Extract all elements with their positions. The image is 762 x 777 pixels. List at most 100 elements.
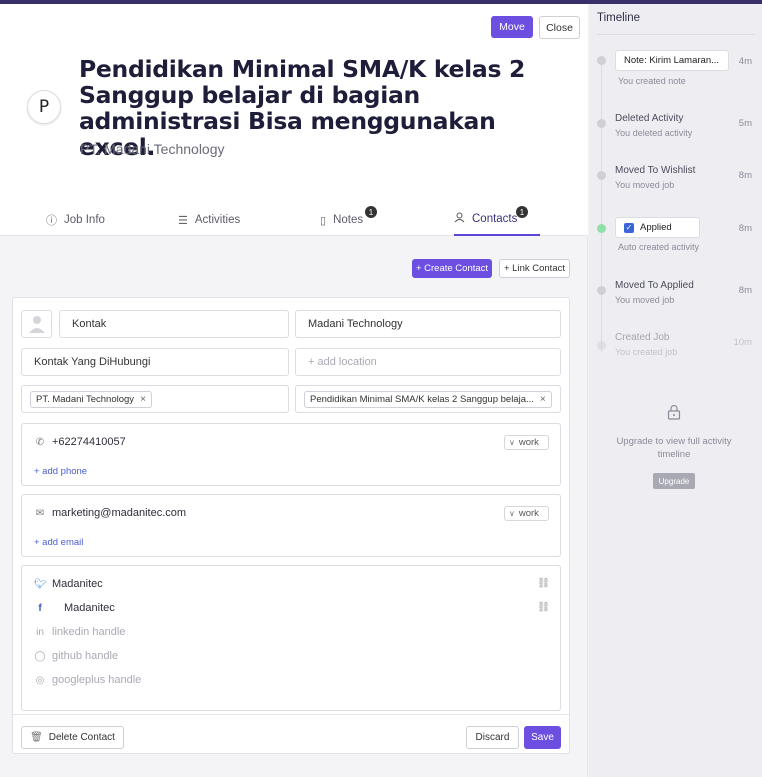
link-icon[interactable]: ⛓ [537,578,550,589]
timeline-label: Deleted Activity [615,113,684,124]
job-detail-panel: Move Close P Pendidikan Minimal SMA/K ke… [0,4,588,777]
chevron-down-icon: ∨ [509,509,515,518]
tab-bar: ⓘ Job Info ☰ Activities ▯ Notes 1 Contac… [0,204,588,236]
linkedin-row[interactable]: in linkedin handle [34,626,125,638]
timeline-label: Moved To Wishlist [615,165,696,176]
trash-icon: 🗑︎ [30,732,43,743]
delete-contact-button[interactable]: 🗑︎ Delete Contact [21,726,124,749]
linkedin-icon: in [36,626,44,638]
link-icon[interactable]: ⛓ [537,602,550,613]
applied-label: Applied [640,222,672,233]
tab-label: Notes [333,214,364,226]
timeline-sub: You moved job [615,295,675,305]
company-tag-field[interactable]: PT. Madani Technology × [21,385,289,413]
phone-type-select[interactable]: ∨ work [504,435,549,450]
timeline-applied-card[interactable]: ✓ Applied [615,217,700,238]
email-type-select[interactable]: ∨ work [504,506,549,521]
github-row[interactable]: ◯ github handle [34,650,118,662]
twitter-icon: 🐦︎ [34,578,47,590]
contact-name-field[interactable]: Kontak [59,310,289,338]
company-name: PT. Madani Technology [80,141,225,157]
job-tag-field[interactable]: Pendidikan Minimal SMA/K kelas 2 Sanggup… [295,385,561,413]
move-button[interactable]: Move [491,16,533,38]
contact-card: Kontak Madani Technology Kontak Yang DiH… [12,297,570,754]
timeline-label: Moved To Applied [615,280,694,291]
facebook-icon: f [38,602,42,614]
timeline-time: 8m [738,170,752,181]
upgrade-button[interactable]: Upgrade [653,473,695,489]
github-placeholder: github handle [52,650,119,662]
timeline-sub: You created job [615,347,678,357]
divider [597,34,755,35]
linkedin-placeholder: linkedin handle [52,626,126,638]
info-icon: ⓘ [46,215,57,227]
create-contact-button[interactable]: + Create Contact [412,259,492,278]
job-header: Move Close P Pendidikan Minimal SMA/K ke… [0,4,588,236]
timeline-time: 8m [738,223,752,234]
remove-tag-icon[interactable]: × [140,394,146,405]
timeline-dot [597,56,606,65]
email-address: marketing@madanitec.com [52,507,187,519]
delete-label: Delete Contact [48,732,115,743]
googleplus-row[interactable]: ◎ googleplus handle [34,674,142,686]
tab-label: Contacts [472,213,518,225]
timeline-sub: Auto created activity [618,242,700,252]
timeline-dot-active [597,224,606,233]
contacts-icon [454,212,465,226]
timeline-dot [597,119,606,128]
email-section: ✉ marketing@madanitec.com ∨ work + add em… [21,494,561,557]
contact-photo[interactable] [21,310,52,338]
add-email-link[interactable]: + add email [34,537,83,548]
contacts-count-badge: 1 [516,206,528,218]
phone-section: ✆ +62274410057 ∨ work + add phone [21,423,561,486]
tab-label: Activities [194,214,241,226]
tab-contacts[interactable]: Contacts 1 [454,204,540,236]
twitter-handle: Madanitec [52,578,103,590]
tab-activities[interactable]: ☰ Activities [178,204,240,236]
save-button[interactable]: Save [524,726,561,749]
job-tag: Pendidikan Minimal SMA/K kelas 2 Sanggup… [304,390,552,408]
timeline-label: Created Job [615,332,670,343]
location-field[interactable]: + add location [295,348,561,376]
phone-row[interactable]: ✆ +62274410057 [34,436,126,448]
checkbox-icon: ✓ [624,222,634,233]
timeline-note-card[interactable]: Note: Kirim Lamaran... [615,50,729,71]
list-icon: ☰ [178,214,188,227]
facebook-handle: Madanitec [64,602,115,614]
timeline-dot [597,171,606,180]
timeline-panel: Timeline Note: Kirim Lamaran... 4m You c… [589,4,762,777]
email-row[interactable]: ✉ marketing@madanitec.com [34,507,186,519]
remove-tag-icon[interactable]: × [540,394,546,405]
googleplus-placeholder: googleplus handle [52,674,142,686]
facebook-row[interactable]: f Madanitec [34,602,115,614]
social-section: 🐦︎ Madanitec ⛓ f Madanitec ⛓ in linkedin… [21,565,561,711]
chevron-down-icon: ∨ [509,438,515,447]
contact-company-field[interactable]: Madani Technology [295,310,561,338]
company-avatar: P [27,90,61,124]
timeline-time: 4m [738,56,752,67]
twitter-row[interactable]: 🐦︎ Madanitec [34,578,103,590]
lock-icon [667,404,681,420]
timeline-dot [597,286,606,295]
timeline-time: 5m [738,118,752,129]
tab-notes[interactable]: ▯ Notes 1 [320,204,377,236]
link-contact-button[interactable]: + Link Contact [499,259,570,278]
timeline-sub: You deleted activity [615,128,693,138]
phone-number: +62274410057 [52,436,126,448]
company-tag: PT. Madani Technology × [30,390,152,408]
add-phone-link[interactable]: + add phone [34,466,87,477]
contact-title-field[interactable]: Kontak Yang DiHubungi [21,348,289,376]
timeline-time: 8m [738,285,752,296]
notes-count-badge: 1 [365,206,377,218]
timeline-time: 10m [733,337,752,348]
timeline-sub: You created note [618,76,686,86]
tab-label: Job Info [64,214,105,226]
discard-button[interactable]: Discard [466,726,519,749]
close-button[interactable]: Close [539,16,580,39]
googleplus-icon: ◎ [35,674,45,686]
phone-icon: ✆ [35,436,45,448]
tab-job-info[interactable]: ⓘ Job Info [46,204,105,236]
upgrade-message: Upgrade to view full activity timeline [616,436,732,460]
mail-icon: ✉ [35,507,45,519]
github-icon: ◯ [34,650,46,662]
